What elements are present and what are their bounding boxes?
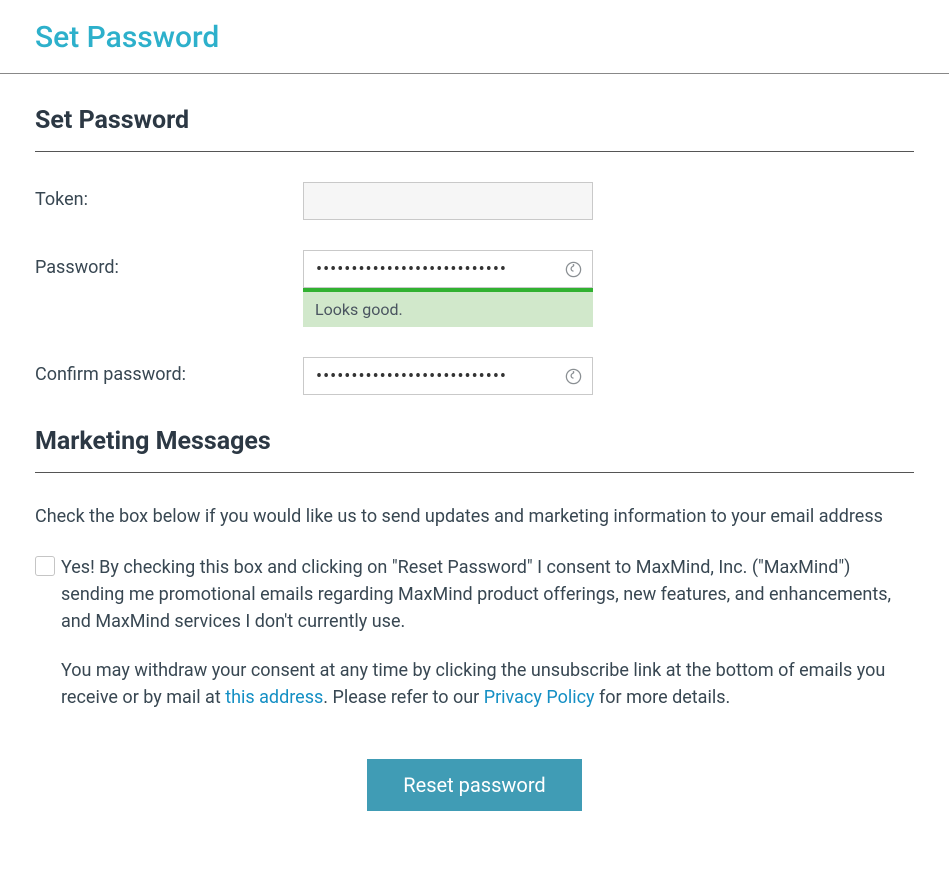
password-input-wrapper	[303, 250, 593, 288]
password-input[interactable]	[303, 250, 593, 288]
confirm-password-row: Confirm password:	[35, 357, 914, 395]
token-row: Token:	[35, 182, 914, 220]
confirm-password-input-wrapper	[303, 357, 593, 395]
token-field-wrapper	[303, 182, 593, 220]
privacy-policy-link[interactable]: Privacy Policy	[484, 687, 595, 708]
consent-checkbox[interactable]	[35, 556, 55, 576]
consent-text-suffix: for more details.	[595, 687, 731, 708]
consent-text-mid: . Please refer to our	[323, 687, 483, 708]
token-input[interactable]	[303, 182, 593, 220]
confirm-password-label: Confirm password:	[35, 357, 303, 385]
address-link[interactable]: this address	[225, 687, 323, 708]
token-label: Token:	[35, 182, 303, 210]
password-field-wrapper: Looks good.	[303, 250, 593, 327]
confirm-password-input[interactable]	[303, 357, 593, 395]
marketing-intro-text: Check the box below if you would like us…	[35, 503, 914, 530]
content-area: Set Password Token: Password: Looks good…	[0, 106, 949, 841]
consent-text: Yes! By checking this box and clicking o…	[61, 554, 914, 711]
divider	[35, 472, 914, 473]
page-header: Set Password	[0, 0, 949, 74]
marketing-section-title: Marketing Messages	[35, 427, 914, 456]
password-row: Password: Looks good.	[35, 250, 914, 327]
confirm-password-field-wrapper	[303, 357, 593, 395]
confirm-password-visibility-icon[interactable]	[563, 366, 583, 386]
button-row: Reset password	[35, 759, 914, 811]
consent-paragraph-2: You may withdraw your consent at any tim…	[61, 657, 914, 711]
form-section-title: Set Password	[35, 106, 914, 135]
reset-password-button[interactable]: Reset password	[367, 759, 581, 811]
password-strength-message: Looks good.	[303, 292, 593, 327]
password-label: Password:	[35, 250, 303, 278]
page-title: Set Password	[35, 20, 914, 55]
password-visibility-icon[interactable]	[563, 259, 583, 279]
checkbox-container	[35, 554, 61, 584]
consent-row: Yes! By checking this box and clicking o…	[35, 554, 914, 711]
divider	[35, 151, 914, 152]
consent-paragraph-1: Yes! By checking this box and clicking o…	[61, 554, 914, 635]
